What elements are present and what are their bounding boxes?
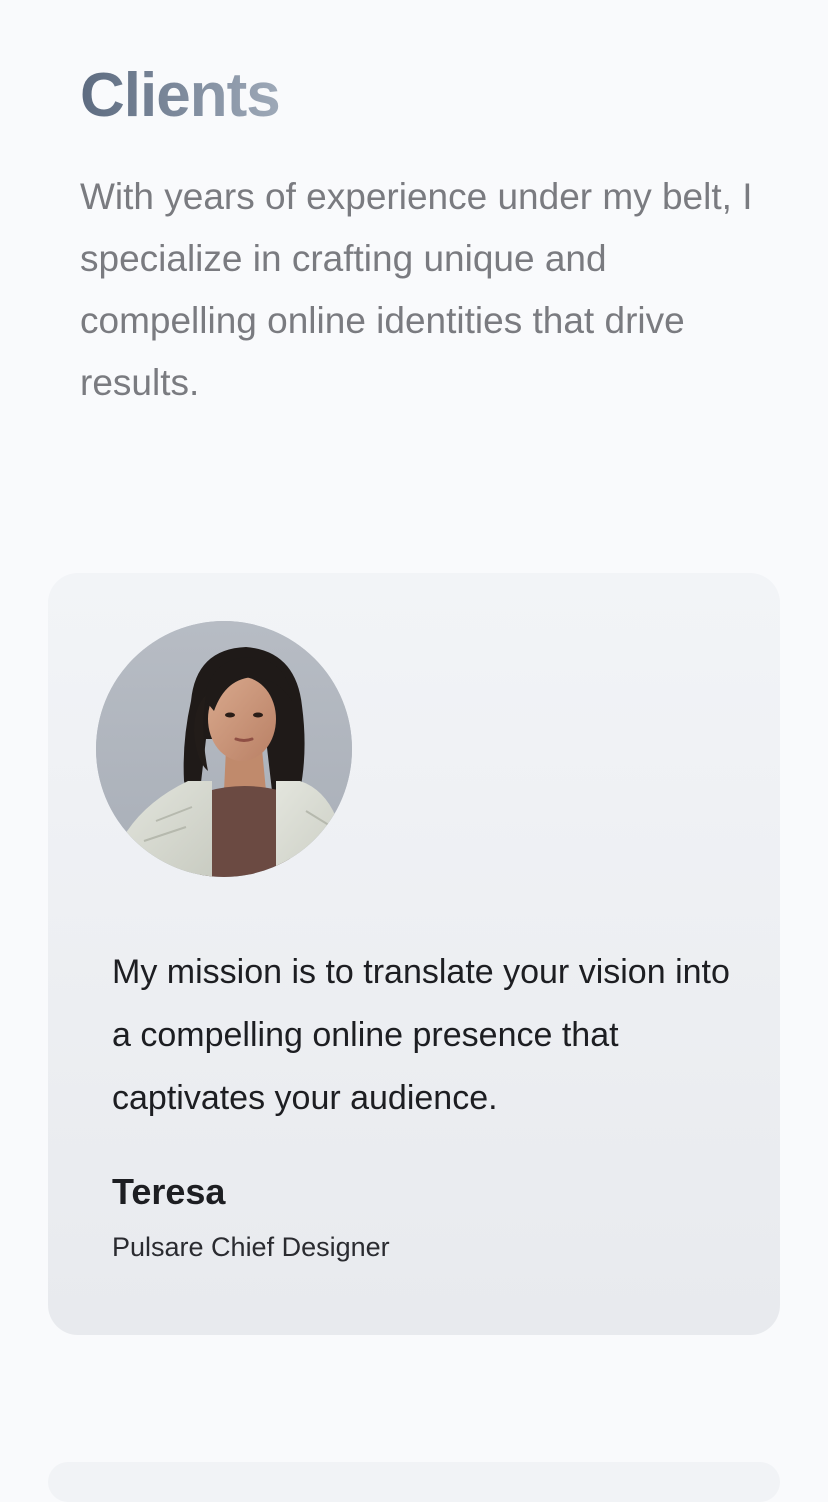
section-title: Clients — [80, 58, 281, 134]
author-role: Pulsare Chief Designer — [112, 1232, 390, 1262]
avatar — [96, 621, 352, 877]
testimonial-card: My mission is to translate your vision i… — [48, 573, 780, 1335]
next-testimonial-card — [48, 1462, 780, 1502]
avatar-portrait-image — [96, 621, 352, 877]
author-name: Teresa — [112, 1171, 226, 1212]
section-intro: With years of experience under my belt, … — [80, 176, 753, 403]
testimonial-quote: My mission is to translate your vision i… — [112, 953, 730, 1117]
